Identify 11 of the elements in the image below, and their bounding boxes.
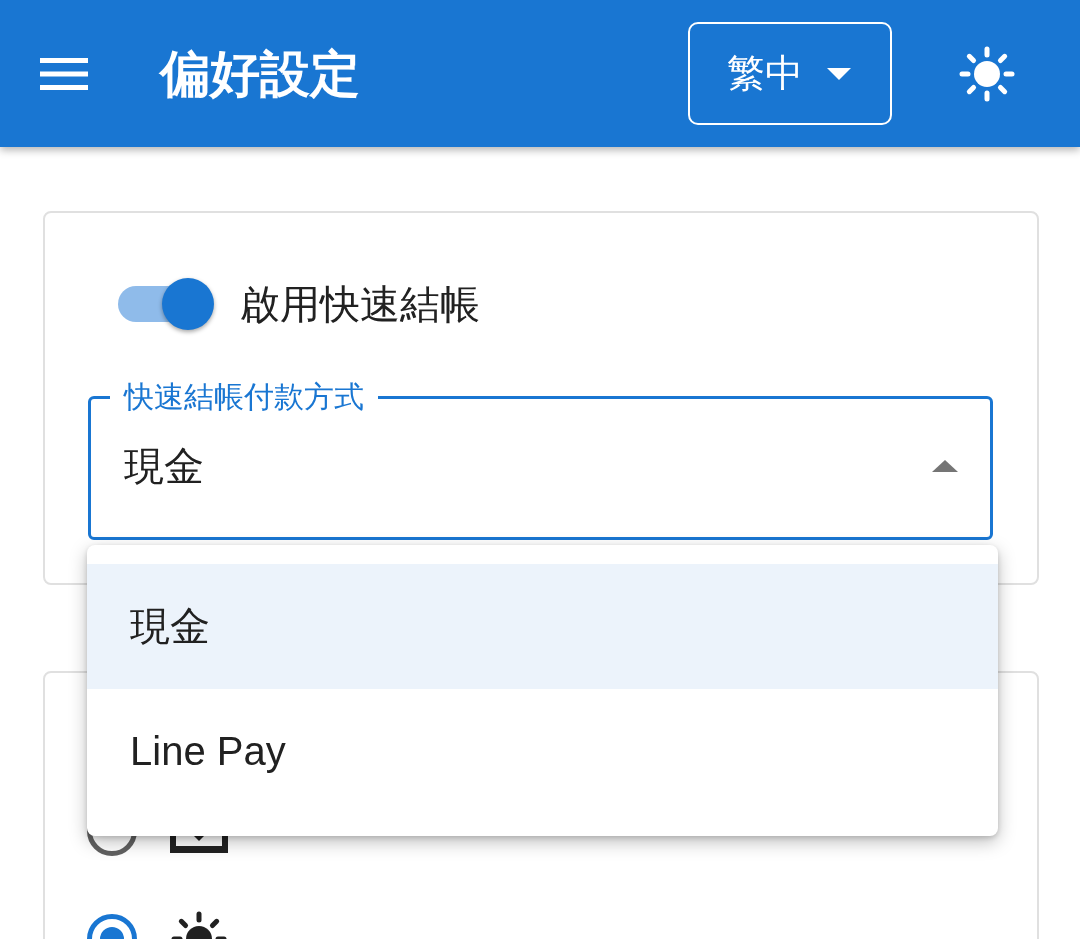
language-button[interactable]: 繁中 <box>688 22 892 125</box>
screen-icon <box>170 835 228 853</box>
sun-icon[interactable] <box>958 44 1016 103</box>
toggle-switch[interactable] <box>118 278 214 330</box>
toggle-label: 啟用快速結帳 <box>240 281 480 328</box>
caret-icon <box>827 67 851 80</box>
menu-option[interactable]: Line Pay <box>87 689 998 814</box>
select-field[interactable]: 快速結帳付款方式 現金 <box>88 379 993 540</box>
page-title: 偏好設定 <box>160 44 360 104</box>
menu-icon[interactable] <box>40 57 88 90</box>
menu-option[interactable]: 現金 <box>87 564 998 689</box>
